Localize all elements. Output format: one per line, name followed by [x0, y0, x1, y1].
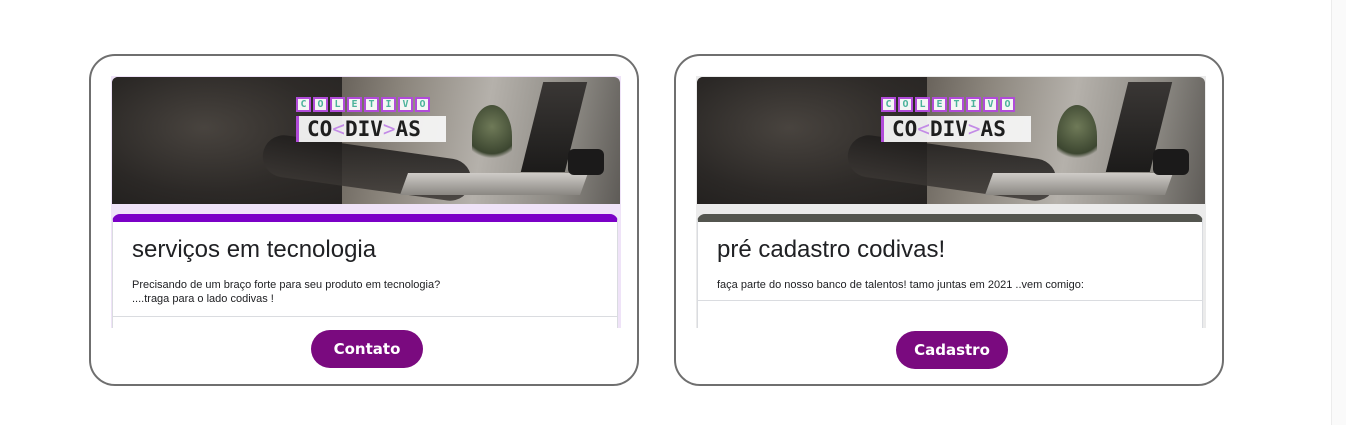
- cup-shape: [1153, 149, 1189, 175]
- form-description: Precisando de um braço forte para seu pr…: [132, 278, 592, 306]
- page: C O L E T I V O CO<DIV>AS serviços em te…: [0, 0, 1346, 425]
- laptop-keyboard: [984, 173, 1174, 195]
- logo-wordmark: CO<DIV>AS: [296, 116, 446, 142]
- logo-letter: V: [983, 97, 998, 112]
- logo-letter: E: [347, 97, 362, 112]
- service-card-contato: C O L E T I V O CO<DIV>AS serviços em te…: [89, 54, 639, 386]
- logo-letter: E: [932, 97, 947, 112]
- form-description-line: ....traga para o lado codivas !: [132, 293, 274, 305]
- contato-button[interactable]: Contato: [311, 330, 423, 368]
- plant-shape: [472, 105, 512, 167]
- form-header: pré cadastro codivas! faça parte do noss…: [697, 214, 1203, 328]
- logo-letter: I: [966, 97, 981, 112]
- logo-letter: C: [296, 97, 311, 112]
- cup-shape: [568, 149, 604, 175]
- logo-top-row: C O L E T I V O: [881, 97, 1051, 112]
- cadastro-button[interactable]: Cadastro: [896, 331, 1008, 369]
- logo-part: CO: [892, 117, 918, 141]
- logo-part: >: [382, 117, 396, 141]
- logo-letter: I: [381, 97, 396, 112]
- form-title: pré cadastro codivas!: [717, 236, 946, 263]
- divider: [113, 316, 617, 317]
- coletivo-codivas-logo: C O L E T I V O CO<DIV>AS: [296, 97, 466, 147]
- vertical-scrollbar[interactable]: [1331, 0, 1346, 425]
- logo-part: DIV: [344, 117, 383, 141]
- logo-letter: O: [1000, 97, 1015, 112]
- logo-letter: T: [364, 97, 379, 112]
- logo-part: >: [967, 117, 981, 141]
- banner-image: C O L E T I V O CO<DIV>AS: [112, 77, 620, 204]
- service-card-cadastro: C O L E T I V O CO<DIV>AS pré cadastro c…: [674, 54, 1224, 386]
- logo-part: DIV: [929, 117, 968, 141]
- banner-image: C O L E T I V O CO<DIV>AS: [697, 77, 1205, 204]
- logo-letter: L: [915, 97, 930, 112]
- logo-part: <: [917, 117, 930, 141]
- form-title: serviços em tecnologia: [132, 236, 377, 263]
- laptop-keyboard: [399, 173, 589, 195]
- logo-letter: C: [881, 97, 896, 112]
- logo-letter: O: [898, 97, 913, 112]
- logo-letter: V: [398, 97, 413, 112]
- logo-part: AS: [395, 117, 421, 141]
- form-description-line: Precisando de um braço forte para seu pr…: [132, 279, 441, 291]
- logo-letter: O: [313, 97, 328, 112]
- form-header: serviços em tecnologia Precisando de um …: [112, 214, 618, 328]
- logo-letter: L: [330, 97, 345, 112]
- form-preview[interactable]: C O L E T I V O CO<DIV>AS serviços em te…: [111, 76, 621, 328]
- logo-letter: T: [949, 97, 964, 112]
- logo-top-row: C O L E T I V O: [296, 97, 466, 112]
- form-preview[interactable]: C O L E T I V O CO<DIV>AS pré cadastro c…: [696, 76, 1206, 328]
- logo-letter: O: [415, 97, 430, 112]
- form-description-line: faça parte do nosso banco de talentos! t…: [717, 279, 1084, 291]
- plant-shape: [1057, 105, 1097, 167]
- logo-part: AS: [980, 117, 1006, 141]
- logo-part: CO: [307, 117, 333, 141]
- divider: [698, 300, 1202, 301]
- form-description: faça parte do nosso banco de talentos! t…: [717, 278, 1177, 292]
- logo-wordmark: CO<DIV>AS: [881, 116, 1031, 142]
- coletivo-codivas-logo: C O L E T I V O CO<DIV>AS: [881, 97, 1051, 147]
- logo-part: <: [332, 117, 345, 141]
